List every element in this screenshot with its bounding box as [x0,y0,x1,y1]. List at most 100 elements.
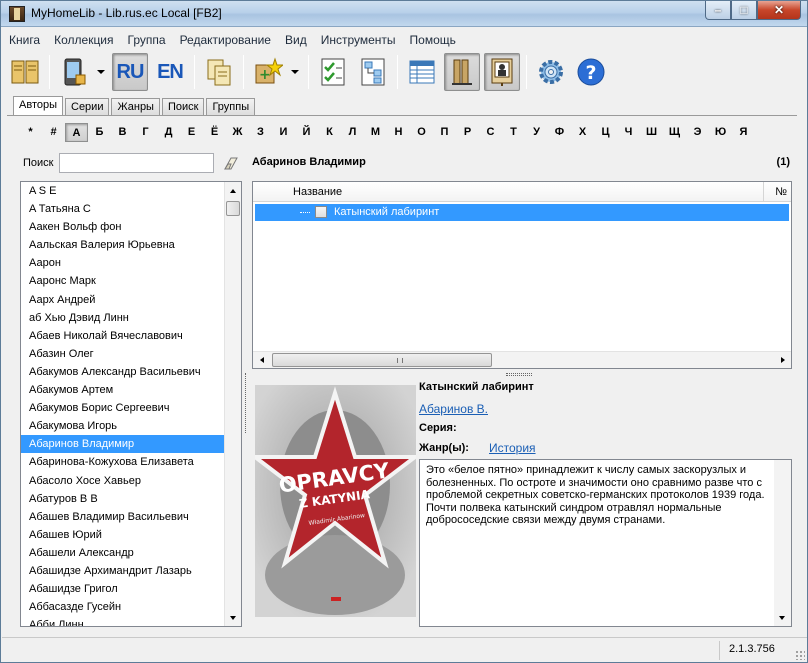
copy-button[interactable] [201,53,237,91]
menu-help[interactable]: Помощь [403,31,463,49]
tab-genres[interactable]: Жанры [111,98,160,116]
send-to-device-dropdown[interactable] [96,53,106,91]
author-list-item[interactable]: Абакумов Борис Сергеевич [21,399,241,417]
letter-filter-button[interactable]: Ц [594,123,617,142]
author-list-item[interactable]: Абашев Владимир Васильевич [21,508,241,526]
read-book-button[interactable] [7,53,43,91]
tab-search[interactable]: Поиск [161,98,205,116]
letter-filter-button[interactable]: Б [88,123,111,142]
column-number-header[interactable]: № [775,186,787,198]
author-list-item[interactable]: Абакумов Александр Васильевич [21,363,241,381]
author-list-item[interactable]: Абашев Юрий [21,526,241,544]
resize-grip[interactable] [795,650,805,660]
letter-filter-button[interactable]: # [42,123,65,142]
author-list-item[interactable]: Абакумова Игорь [21,417,241,435]
letter-filter-button[interactable]: И [272,123,295,142]
author-list-item[interactable]: Абаев Николай Вячеславович [21,327,241,345]
lang-en-button[interactable]: EN [152,53,188,91]
letter-filter-button[interactable]: С [479,123,502,142]
tab-authors[interactable]: Авторы [13,96,63,116]
author-list-item[interactable]: Аарон [21,254,241,272]
menu-book[interactable]: Книга [2,31,47,49]
books-grid[interactable]: Название № Катынский лабиринт [252,181,792,369]
clear-search-button[interactable] [222,155,240,171]
letter-filter-button[interactable]: Ф [548,123,571,142]
letter-filter-button[interactable]: Э [686,123,709,142]
author-list-item[interactable]: Абаринов Владимир [21,435,241,454]
letter-filter-button[interactable]: Р [456,123,479,142]
letter-filter-button[interactable]: Ё [203,123,226,142]
book-checkbox[interactable] [315,206,327,218]
author-list-item[interactable]: A S E [21,182,241,200]
menu-tools[interactable]: Инструменты [314,31,403,49]
check-button[interactable] [315,53,351,91]
scroll-right-arrow[interactable] [774,352,791,368]
search-input[interactable] [59,153,214,173]
author-list-item[interactable]: Абашели Александр [21,544,241,562]
author-list-item[interactable]: Абасоло Хосе Хавьер [21,472,241,490]
letter-filter-button[interactable]: О [410,123,433,142]
letter-filter-button[interactable]: Т [502,123,525,142]
tab-series[interactable]: Серии [65,98,110,116]
scroll-down-arrow[interactable] [225,609,241,626]
annotation-scrollbar[interactable] [774,460,791,626]
bookshelf-button[interactable] [444,53,480,91]
column-title-header[interactable]: Название [293,186,342,198]
maximize-button[interactable]: □ [731,1,757,20]
author-list-item[interactable]: Абакумов Артем [21,381,241,399]
letter-filter-button[interactable]: Х [571,123,594,142]
author-list-item[interactable]: Аббасазде Гусейн [21,598,241,616]
author-list-item[interactable]: Ааронс Марк [21,272,241,290]
author-list-item[interactable]: Абашидзе Григол [21,580,241,598]
book-info-author-link[interactable]: Абаринов В. [419,402,488,416]
author-list-item[interactable]: Аальская Валерия Юрьевна [21,236,241,254]
letter-filter-button[interactable]: А [65,122,88,142]
letter-filter-button[interactable]: * [19,123,42,142]
letter-filter-button[interactable]: Ж [226,123,249,142]
letter-filter-button[interactable]: З [249,123,272,142]
settings-button[interactable] [533,53,569,91]
tree-view-button[interactable] [355,53,391,91]
cover-view-button[interactable] [484,53,520,91]
scroll-left-arrow[interactable] [253,352,270,368]
letter-filter-button[interactable]: Й [295,123,318,142]
menu-edit[interactable]: Редактирование [173,31,278,49]
tab-groups[interactable]: Группы [206,98,256,116]
send-to-device-button[interactable] [56,53,92,91]
minimize-button[interactable]: – [705,1,731,20]
author-list-item[interactable]: A Татьяна С [21,200,241,218]
author-list-item[interactable]: Аакен Вольф фон [21,218,241,236]
letter-filter-button[interactable]: Д [157,123,180,142]
vertical-splitter[interactable] [245,373,248,433]
horizontal-splitter[interactable] [506,373,532,376]
letter-filter-button[interactable]: Ч [617,123,640,142]
close-button[interactable]: ✕ [757,1,801,20]
title-bar[interactable]: MyHomeLib - Lib.rus.ec Local [FB2] – □ ✕ [1,1,807,27]
menu-collection[interactable]: Коллекция [47,31,120,49]
author-list-item[interactable]: Абби Линн [21,616,241,626]
letter-filter-button[interactable]: Ш [640,123,663,142]
letter-filter-button[interactable]: М [364,123,387,142]
book-row[interactable]: Катынский лабиринт [255,204,789,221]
add-to-group-dropdown[interactable] [290,53,300,91]
author-list-item[interactable]: Абашидзе Архимандрит Лазарь [21,562,241,580]
author-list-item[interactable]: Абаринова-Кожухова Елизавета [21,453,241,471]
author-list-item[interactable]: аб Хью Дэвид Линн [21,309,241,327]
hscroll-thumb[interactable] [272,353,492,367]
books-grid-hscrollbar[interactable] [253,351,791,368]
annotation-box[interactable]: Это «белое пятно» принадлежит к числу са… [419,459,792,627]
author-list-item[interactable]: Аарх Андрей [21,291,241,309]
letter-filter-button[interactable]: П [433,123,456,142]
author-list-item[interactable]: Абазин Олег [21,345,241,363]
add-to-group-button[interactable]: + [250,53,286,91]
letter-filter-button[interactable]: К [318,123,341,142]
scroll-up-arrow[interactable] [225,182,241,199]
author-list-item[interactable]: Абатуров В В [21,490,241,508]
author-list[interactable]: A S EA Татьяна С Аакен Вольф фон Аальская … [20,181,242,627]
letter-filter-button[interactable]: Г [134,123,157,142]
author-list-scrollbar[interactable] [224,182,241,626]
letter-filter-button[interactable]: В [111,123,134,142]
scroll-thumb[interactable] [226,201,240,216]
help-button[interactable]: ? [573,53,609,91]
letter-filter-button[interactable]: Е [180,123,203,142]
